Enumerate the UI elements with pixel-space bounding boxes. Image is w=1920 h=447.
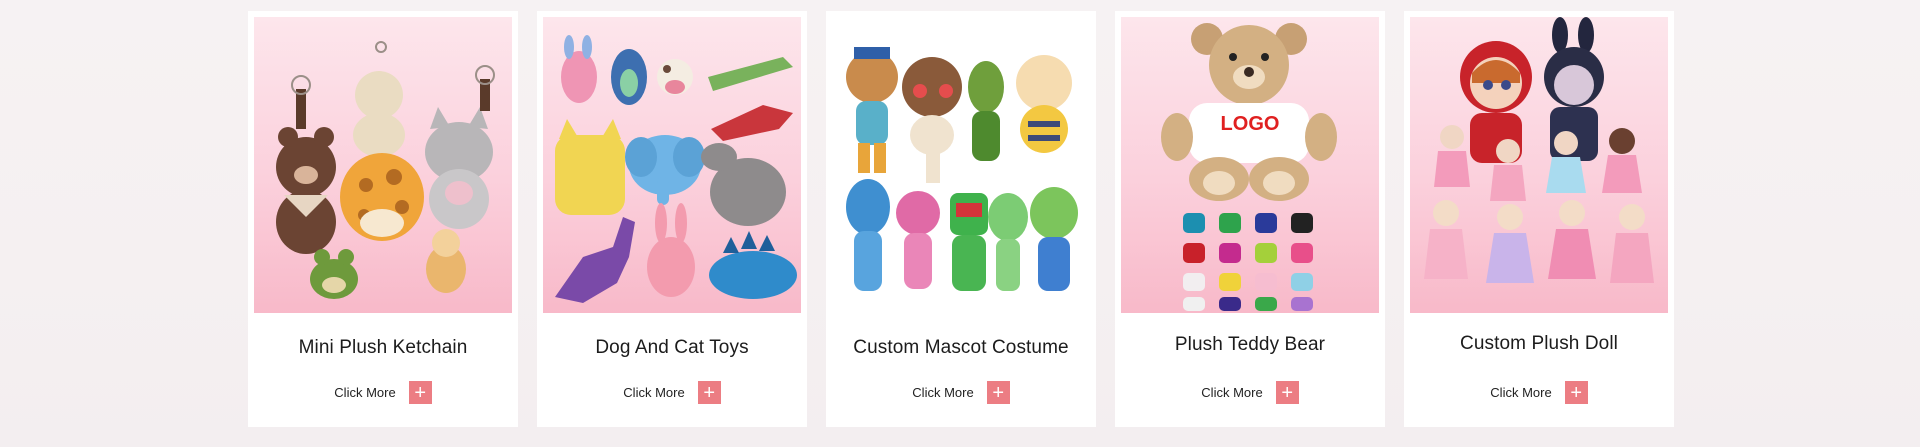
click-more-label[interactable]: Click More (334, 385, 395, 400)
plus-button[interactable]: + (986, 381, 1010, 404)
product-card-mini-plush-keychain[interactable]: Mini Plush Ketchain Click More + (248, 11, 518, 427)
plush-keychains-image[interactable] (254, 17, 512, 313)
product-card-plush-teddy-bear[interactable]: LOGO Plush Teddy Bear Click More + (1115, 11, 1385, 427)
plus-button[interactable]: + (697, 381, 721, 404)
product-title[interactable]: Custom Mascot Costume (853, 335, 1068, 361)
mascot-costumes-image[interactable] (832, 17, 1090, 313)
click-more-link[interactable]: Click More + (1201, 381, 1299, 404)
plus-button[interactable]: + (1564, 381, 1588, 404)
logo-text: LOGO (1220, 113, 1280, 135)
click-more-label[interactable]: Click More (1201, 385, 1262, 400)
click-more-link[interactable]: Click More + (912, 381, 1010, 404)
click-more-label[interactable]: Click More (912, 385, 973, 400)
product-title[interactable]: Mini Plush Ketchain (299, 335, 468, 361)
click-more-label[interactable]: Click More (1490, 385, 1551, 400)
product-title[interactable]: Dog And Cat Toys (595, 335, 748, 361)
product-title[interactable]: Plush Teddy Bear (1175, 332, 1325, 358)
click-more-label[interactable]: Click More (623, 385, 684, 400)
click-more-link[interactable]: Click More + (1490, 381, 1588, 404)
plus-button[interactable]: + (1275, 381, 1299, 404)
plush-dolls-image[interactable] (1410, 17, 1668, 313)
pet-toys-image[interactable] (543, 17, 801, 313)
click-more-link[interactable]: Click More + (334, 381, 432, 404)
product-card-custom-mascot-costume[interactable]: Custom Mascot Costume Click More + (826, 11, 1096, 427)
product-title[interactable]: Custom Plush Doll (1460, 331, 1618, 357)
plus-button[interactable]: + (408, 381, 432, 404)
product-card-custom-plush-doll[interactable]: Custom Plush Doll Click More + (1404, 11, 1674, 427)
teddy-bear-image[interactable]: LOGO (1121, 17, 1379, 313)
click-more-link[interactable]: Click More + (623, 381, 721, 404)
product-card-row: Mini Plush Ketchain Click More + Dog And… (248, 11, 1674, 427)
product-card-dog-and-cat-toys[interactable]: Dog And Cat Toys Click More + (537, 11, 807, 427)
